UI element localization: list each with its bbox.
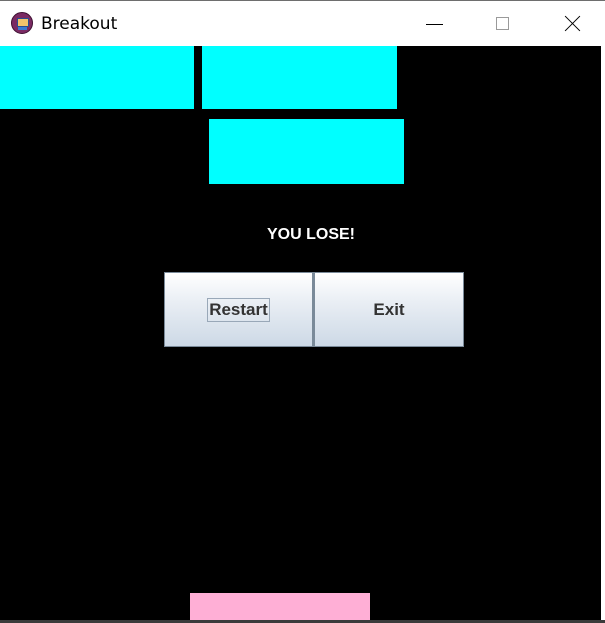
- minimize-icon: [426, 24, 443, 25]
- restart-button-label: Restart: [207, 297, 270, 322]
- minimize-button[interactable]: [411, 1, 457, 46]
- game-over-message: YOU LOSE!: [266, 226, 355, 243]
- app-icon-base: [18, 27, 27, 30]
- game-canvas[interactable]: YOU LOSE! Restart Exit: [0, 46, 601, 620]
- window-right-border: [601, 46, 605, 623]
- breakout-window: Breakout YOU LOSE! Restart Exit: [0, 0, 605, 623]
- window-title: Breakout: [41, 14, 118, 34]
- exit-button-label: Exit: [373, 299, 405, 319]
- brick: [0, 46, 194, 109]
- brick: [209, 119, 404, 184]
- close-icon: [564, 15, 581, 32]
- maximize-icon: [496, 17, 509, 30]
- brick: [202, 46, 397, 109]
- restart-button[interactable]: Restart: [164, 272, 314, 347]
- title-bar[interactable]: Breakout: [0, 0, 605, 46]
- close-button[interactable]: [551, 1, 597, 46]
- paddle[interactable]: [190, 593, 370, 620]
- app-icon: [11, 12, 33, 34]
- app-icon-screen: [17, 18, 29, 27]
- maximize-button[interactable]: [481, 1, 527, 46]
- exit-button[interactable]: Exit: [314, 272, 464, 347]
